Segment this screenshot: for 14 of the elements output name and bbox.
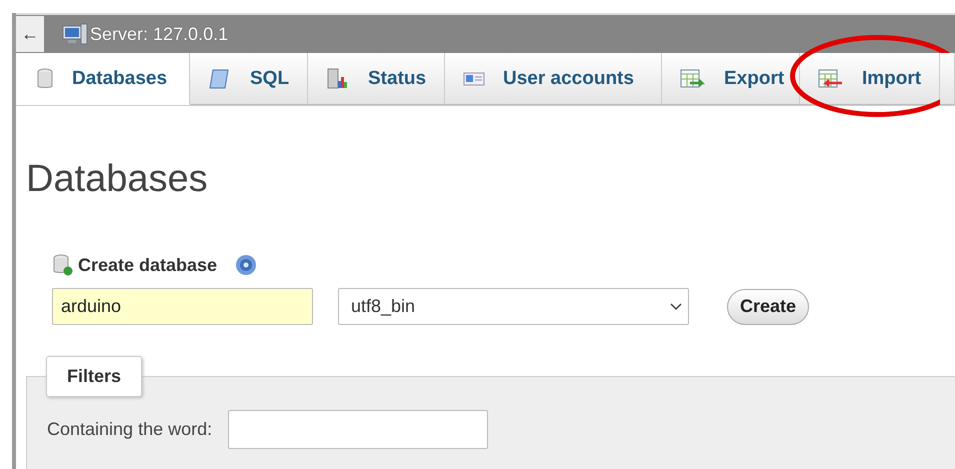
collation-dropdown[interactable]: utf8_bin <box>338 288 689 325</box>
tab[interactable]: Status <box>308 53 445 105</box>
tab[interactable]: SQL <box>190 53 308 105</box>
tab[interactable]: Import <box>800 53 940 105</box>
page-heading: Databases <box>26 158 209 202</box>
create-button[interactable]: Create <box>727 288 810 324</box>
database-name-field[interactable]: arduino <box>52 288 313 325</box>
filter-label: Containing the word: <box>47 419 212 440</box>
section-title: Create database <box>78 254 218 276</box>
server-title: Server: 127.0.0.1 <box>90 24 228 44</box>
filters-legend: Filters <box>46 356 142 397</box>
tab[interactable]: Export <box>662 53 800 105</box>
tab[interactable]: User accounts <box>445 53 662 105</box>
back-button[interactable]: ← <box>16 16 44 52</box>
